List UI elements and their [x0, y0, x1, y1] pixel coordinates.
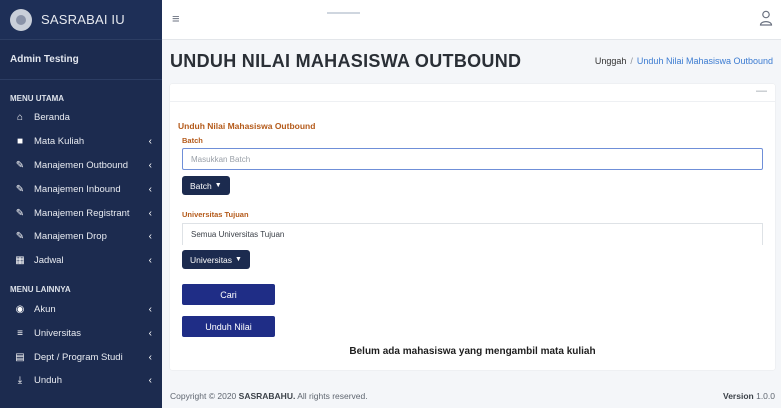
footer: Copyright © 2020 SASRABAHU. All rights r… [162, 384, 781, 408]
batch-dropdown-button[interactable]: Batch ▼ [182, 176, 230, 195]
sidebar-item-label: Dept / Program Studi [34, 351, 123, 363]
sidebar-item-akun[interactable]: ◉ Akun ‹ [0, 298, 162, 322]
topbar: ≡ [162, 0, 781, 40]
breadcrumb-separator: / [630, 56, 633, 66]
sidebar-item-label: Manajemen Drop [34, 231, 107, 243]
sidebar-item-label: Manajemen Registrant [34, 207, 130, 219]
university-button-label: Universitas [190, 254, 233, 265]
breadcrumb-home[interactable]: Unggah [595, 56, 627, 66]
edit-icon: ✎ [15, 231, 25, 243]
version-number: 1.0.0 [756, 391, 775, 401]
empty-message: Belum ada mahasiswa yang mengambil mata … [349, 346, 596, 357]
copyright-brand[interactable]: SASRABAHU. [239, 391, 296, 401]
menu-header-other: MENU LAINNYA [10, 285, 71, 295]
university-icon: ≡ [17, 327, 23, 339]
download-grades-button[interactable]: Unduh Nilai [182, 316, 275, 337]
chevron-left-icon: ‹ [148, 231, 152, 243]
batch-input[interactable]: Masukkan Batch [182, 148, 763, 170]
sidebar-item-beranda[interactable]: ⌂ Beranda [0, 106, 162, 130]
copyright-suffix: All rights reserved. [297, 391, 368, 401]
breadcrumb: Unggah / Unduh Nilai Mahasiswa Outbound [595, 56, 773, 66]
download-card: — Unduh Nilai Mahasiswa Outbound Batch M… [170, 84, 775, 370]
main-menu: ⌂ Beranda ■ Mata Kuliah ‹ ✎ Manajemen Outbound… [0, 106, 162, 273]
chevron-left-icon: ‹ [148, 375, 152, 387]
batch-label: Batch [182, 136, 203, 145]
sidebar-item-manajemen-drop[interactable]: ✎ Manajemen Drop ‹ [0, 225, 162, 249]
section-title: Unduh Nilai Mahasiswa Outbound [178, 121, 316, 131]
user-name: Admin Testing [10, 54, 79, 65]
brand[interactable]: SASRABAI IU [0, 0, 162, 40]
search-button[interactable]: Cari [182, 284, 275, 305]
home-icon: ⌂ [16, 112, 24, 124]
user-icon[interactable] [759, 10, 773, 26]
sidebar-item-label: Unduh [34, 375, 62, 387]
sidebar-item-label: Jadwal [34, 255, 64, 267]
caret-down-icon: ▼ [214, 182, 222, 189]
sidebar-item-unduh[interactable]: ⤓ Unduh ‹ [0, 369, 162, 393]
sidebar-item-label: Akun [34, 303, 56, 315]
caret-down-icon: ▼ [235, 256, 242, 263]
copyright-prefix: Copyright © 2020 [170, 391, 237, 401]
university-label: Universitas Tujuan [182, 210, 249, 219]
chevron-left-icon: ‹ [148, 159, 152, 171]
brand-name: SASRABAI IU [41, 12, 125, 27]
chevron-left-icon: ‹ [148, 183, 152, 195]
collapse-icon[interactable]: — [756, 85, 767, 97]
sidebar-item-label: Manajemen Inbound [34, 183, 121, 195]
building-icon: ▤ [15, 351, 25, 363]
menu-header-main: MENU UTAMA [10, 93, 65, 103]
batch-placeholder: Masukkan Batch [191, 154, 251, 164]
university-value: Semua Universitas Tujuan [191, 230, 285, 239]
menu-toggle-icon[interactable]: ≡ [172, 11, 180, 26]
edit-icon: ✎ [15, 159, 25, 171]
version-label: Version [723, 391, 754, 401]
sidebar-item-manajemen-inbound[interactable]: ✎ Manajemen Inbound ‹ [0, 177, 162, 201]
sidebar-item-label: Manajemen Outbound [34, 159, 129, 171]
content-header: UNDUH NILAI MAHASISWA OUTBOUND Unggah / … [162, 40, 781, 82]
university-select[interactable]: Semua Universitas Tujuan [182, 223, 763, 245]
chevron-left-icon: ‹ [148, 136, 152, 148]
sidebar: SASRABAI IU Admin Testing MENU UTAMA ⌂ Be… [0, 0, 162, 408]
sidebar-item-label: Universitas [34, 327, 81, 339]
sidebar-item-label: Mata Kuliah [34, 136, 85, 148]
chevron-left-icon: ‹ [148, 327, 152, 339]
loading-bar [327, 12, 360, 14]
user-circle-icon: ◉ [15, 303, 25, 315]
sidebar-item-manajemen-registrant[interactable]: ✎ Manajemen Registrant ‹ [0, 201, 162, 225]
chevron-left-icon: ‹ [148, 303, 152, 315]
sidebar-item-dept-program-studi[interactable]: ▤ Dept / Program Studi ‹ [0, 345, 162, 369]
download-icon: ⤓ [17, 375, 23, 387]
batch-button-label: Batch [190, 180, 212, 191]
copyright: Copyright © 2020 SASRABAHU. All rights r… [170, 391, 368, 401]
edit-icon: ✎ [15, 183, 25, 195]
chevron-left-icon: ‹ [148, 207, 152, 219]
breadcrumb-active: Unduh Nilai Mahasiswa Outbound [636, 56, 773, 66]
sidebar-item-manajemen-outbound[interactable]: ✎ Manajemen Outbound ‹ [0, 154, 162, 178]
brand-logo [10, 8, 32, 31]
card-header: — [170, 84, 775, 102]
book-icon: ■ [16, 136, 24, 148]
version: Version 1.0.0 [723, 391, 775, 401]
other-menu: ◉ Akun ‹ ≡ Universitas ‹ ▤ Dept / Program Studi… [0, 298, 162, 393]
calendar-icon: ▦ [15, 255, 25, 267]
user-panel[interactable]: Admin Testing [0, 40, 162, 80]
page-title: UNDUH NILAI MAHASISWA OUTBOUND [170, 50, 522, 71]
chevron-left-icon: ‹ [148, 255, 152, 267]
sidebar-item-label: Beranda [34, 112, 70, 124]
university-dropdown-button[interactable]: Universitas ▼ [182, 250, 250, 269]
sidebar-item-universitas[interactable]: ≡ Universitas ‹ [0, 321, 162, 345]
sidebar-item-mata-kuliah[interactable]: ■ Mata Kuliah ‹ [0, 130, 162, 154]
sidebar-item-jadwal[interactable]: ▦ Jadwal ‹ [0, 249, 162, 273]
edit-icon: ✎ [15, 207, 25, 219]
chevron-left-icon: ‹ [148, 351, 152, 363]
